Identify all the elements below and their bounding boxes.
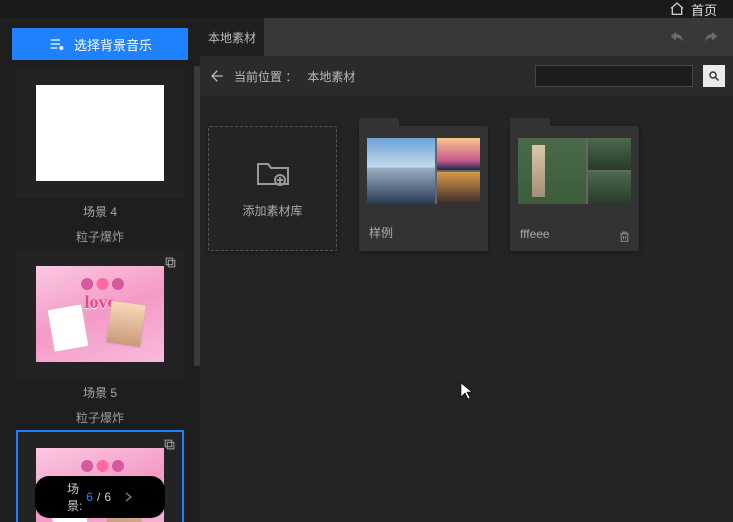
- breadcrumb-path[interactable]: 本地素材: [307, 68, 355, 85]
- choose-music-label: 选择背景音乐: [74, 35, 152, 54]
- scene-title: 场景 4: [8, 203, 192, 220]
- folder-card[interactable]: fffeee: [510, 126, 639, 251]
- search-input[interactable]: [535, 65, 693, 87]
- content-area: 本地素材 当前位置 ： 本地素材: [200, 18, 733, 522]
- add-library-label: 添加素材库: [242, 202, 302, 219]
- cursor-icon: [460, 382, 474, 400]
- breadcrumb-prefix: 当前位置 ：: [234, 68, 297, 85]
- add-library-card[interactable]: 添加素材库: [208, 126, 337, 251]
- folder-name: fffeee: [520, 227, 550, 241]
- tab-local-assets[interactable]: 本地素材: [200, 18, 264, 56]
- folder-preview: [367, 138, 480, 204]
- folder-preview: [518, 138, 631, 204]
- scene-item[interactable]: 场景 4: [8, 68, 192, 220]
- scene-sidebar: 选择背景音乐 场景 4 粒子爆炸 love 场景 5: [0, 18, 200, 522]
- undo-icon[interactable]: [667, 28, 685, 46]
- scene-thumbnail: love: [36, 266, 164, 362]
- copy-icon[interactable]: [163, 438, 176, 451]
- counter-total: 6: [104, 490, 111, 504]
- scene-effect-label: 粒子爆炸: [8, 228, 192, 245]
- scene-counter: 场景: 6 / 6: [35, 476, 165, 518]
- back-icon[interactable]: [208, 68, 224, 84]
- folder-add-icon: [256, 158, 290, 188]
- search-button[interactable]: [703, 65, 725, 87]
- home-link[interactable]: 首页: [691, 0, 717, 19]
- copy-icon[interactable]: [164, 256, 177, 269]
- scene-title: 场景 5: [8, 384, 192, 401]
- counter-prefix: 场景:: [67, 480, 82, 514]
- music-icon: [48, 36, 64, 52]
- chevron-right-icon[interactable]: [125, 492, 133, 502]
- folder-name: 样例: [369, 224, 393, 241]
- scene-effect-label: 粒子爆炸: [8, 409, 192, 426]
- folder-card[interactable]: 样例: [359, 126, 488, 251]
- counter-current: 6: [86, 490, 93, 504]
- trash-icon[interactable]: [618, 230, 631, 243]
- tab-actions: [264, 18, 733, 56]
- counter-sep: /: [97, 490, 100, 504]
- tab-label: 本地素材: [208, 29, 256, 46]
- choose-music-button[interactable]: 选择背景音乐: [12, 28, 188, 60]
- home-icon[interactable]: [669, 1, 685, 17]
- scene-thumbnail: [36, 85, 164, 181]
- scene-item[interactable]: 粒子爆炸 love 场景 5: [8, 228, 192, 401]
- redo-icon[interactable]: [703, 28, 721, 46]
